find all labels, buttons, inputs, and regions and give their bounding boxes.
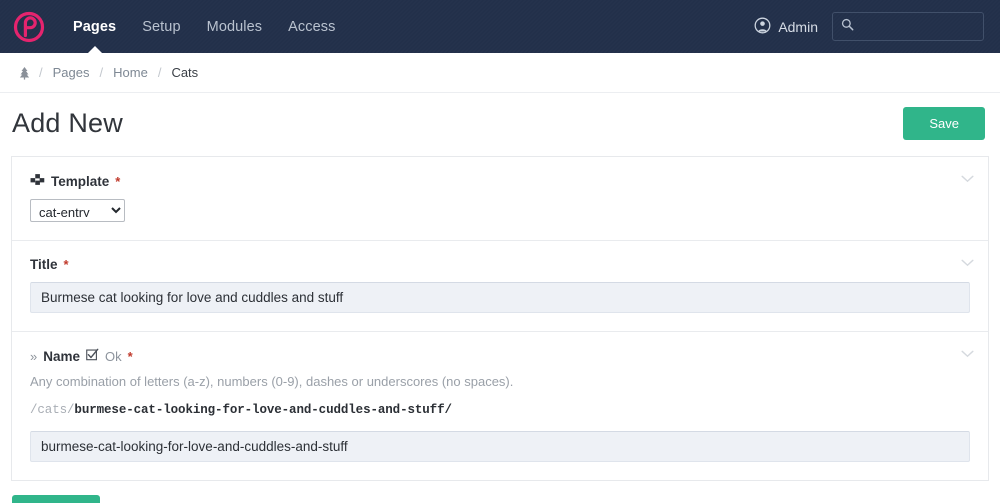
search-icon [841,18,854,36]
required-marker: * [64,257,69,272]
search-box[interactable] [832,12,984,41]
search-input[interactable] [860,18,975,35]
double-chevron-right-icon[interactable]: » [30,349,37,364]
page-edit-form: Template * cat-entry Title * » Name [11,156,989,481]
checked-box-icon [86,348,99,364]
breadcrumb-item-home[interactable]: Home [103,65,158,80]
field-title-label: Title * [30,257,970,272]
url-slug: burmese-cat-looking-for-love-and-cuddles… [74,403,444,417]
breadcrumb: / Pages / Home / Cats [0,53,1000,93]
page-title: Add New [12,108,123,139]
user-menu[interactable]: Admin [754,17,818,37]
breadcrumb-item-cats[interactable]: Cats [161,65,208,80]
field-title: Title * [12,241,988,332]
chevron-down-icon[interactable] [961,257,974,269]
nav-item-modules[interactable]: Modules [194,0,276,53]
title-input[interactable] [30,282,970,313]
url-prefix: /cats/ [30,403,74,417]
chevron-down-icon[interactable] [961,348,974,360]
chevron-down-icon[interactable] [961,173,974,185]
required-marker: * [115,174,120,189]
field-template-label: Template * [30,173,970,189]
nav-item-setup[interactable]: Setup [129,0,193,53]
field-name-label-text: Name [43,349,80,364]
nav-item-pages[interactable]: Pages [60,0,129,53]
nav-item-access-label: Access [288,19,335,35]
page-header: Add New Save [0,93,1000,156]
topbar-right-group: Admin [754,12,984,41]
url-suffix: / [444,403,451,417]
nav-item-access[interactable]: Access [275,0,348,53]
breadcrumb-item-pages[interactable]: Pages [43,65,100,80]
user-menu-label: Admin [778,19,818,35]
save-button-top[interactable]: Save [903,107,985,140]
user-circle-icon [754,17,771,37]
field-title-label-text: Title [30,257,58,272]
name-input[interactable] [30,431,970,462]
field-name-label: » Name Ok * [30,348,970,364]
main-nav: Pages Setup Modules Access [60,0,349,53]
tree-icon[interactable] [14,66,39,80]
nav-item-pages-label: Pages [73,19,116,35]
field-template: Template * cat-entry [12,157,988,241]
required-marker: * [128,349,133,364]
page-url-preview: /cats/burmese-cat-looking-for-love-and-c… [30,403,970,417]
processwire-logo-icon[interactable] [12,10,46,44]
top-navigation-bar: Pages Setup Modules Access Admin [0,0,1000,53]
field-name-description: Any combination of letters (a-z), number… [30,374,970,389]
save-button-bottom[interactable]: Save [12,495,100,503]
cubes-icon [30,173,45,189]
template-select[interactable]: cat-entry [30,199,125,222]
nav-item-modules-label: Modules [207,19,263,35]
field-template-label-text: Template [51,174,109,189]
nav-item-setup-label: Setup [142,19,180,35]
field-name: » Name Ok * Any combination of letters (… [12,332,988,480]
field-name-status-text: Ok [105,349,122,364]
